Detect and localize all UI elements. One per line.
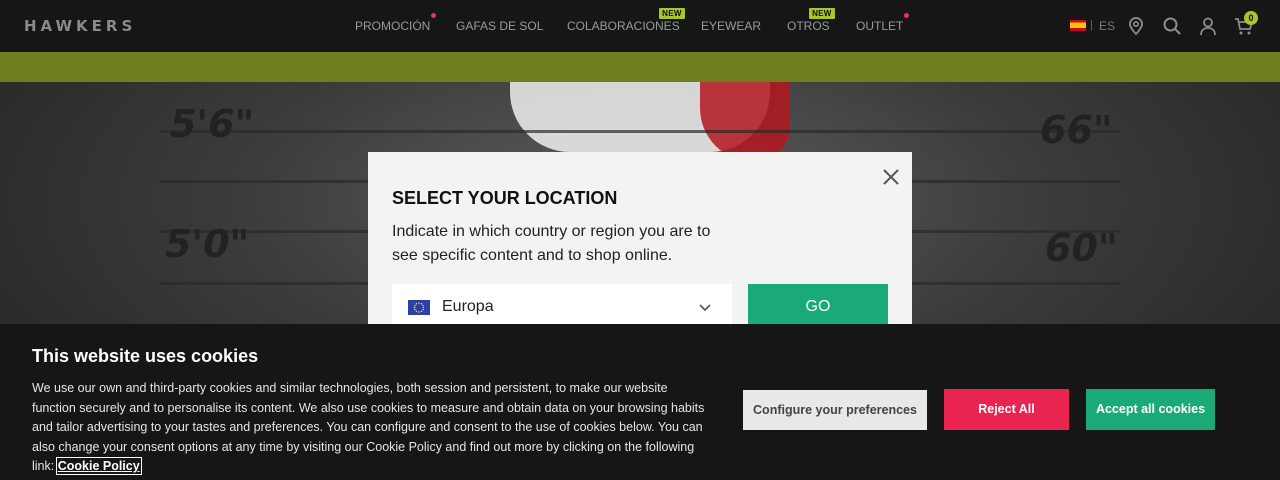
chevron-down-icon <box>699 304 711 312</box>
accept-all-cookies-button[interactable]: Accept all cookies <box>1086 389 1215 430</box>
notification-dot <box>904 13 910 18</box>
nav-item-label: OTROS <box>787 19 830 33</box>
height-mark: 5'0" <box>165 222 250 266</box>
flag-eu-icon <box>408 300 430 315</box>
nav-item-otros[interactable]: OTROS NEW <box>787 8 835 33</box>
nav-item-label: EYEWEAR <box>701 19 762 33</box>
region-select-value: Europa <box>442 298 494 315</box>
nav-item-gafas-de-sol[interactable]: GAFAS DE SOL <box>456 19 543 33</box>
modal-description: Indicate in which country or region you … <box>392 223 711 264</box>
modal-title: SELECT YOUR LOCATION <box>392 188 618 208</box>
height-mark: 5'6" <box>170 102 255 146</box>
cart-count-badge: 0 <box>1244 11 1258 25</box>
cookie-banner-title: This website uses cookies <box>32 346 259 366</box>
search-icon[interactable] <box>1162 16 1182 36</box>
reject-all-button[interactable]: Reject All <box>944 389 1069 430</box>
close-icon[interactable] <box>880 166 902 188</box>
nav-item-label: PROMOCIÓN <box>355 19 431 33</box>
notification-dot <box>431 13 437 18</box>
nav-item-label: OUTLET <box>856 19 904 33</box>
site-header: HAWKERS PROMOCIÓN GAFAS DE SOL COLABORAC… <box>0 0 1280 52</box>
promo-strip[interactable] <box>0 52 1280 82</box>
height-mark: 66" <box>1040 108 1113 152</box>
height-mark: 60" <box>1045 226 1118 270</box>
language-selector[interactable]: ES <box>1099 19 1115 33</box>
nav-item-colaboraciones[interactable]: COLABORACIONES NEW <box>567 8 685 33</box>
user-icon[interactable] <box>1198 16 1218 36</box>
location-pin-icon[interactable] <box>1126 16 1146 36</box>
location-modal: SELECT YOUR LOCATION Indicate in which c… <box>368 152 912 352</box>
flag-es-icon[interactable] <box>1070 20 1086 31</box>
language-separator: | <box>1090 19 1093 31</box>
nav-item-outlet[interactable]: OUTLET <box>856 13 910 33</box>
nav-item-eyewear[interactable]: EYEWEAR <box>701 19 761 33</box>
cookie-policy-link[interactable]: Cookie Policy <box>55 457 142 476</box>
new-badge: NEW <box>659 8 685 19</box>
nav-item-label: COLABORACIONES <box>567 19 680 33</box>
new-badge: NEW <box>809 8 835 19</box>
nav-item-promocion[interactable]: PROMOCIÓN <box>355 13 437 33</box>
nav-item-label: GAFAS DE SOL <box>456 19 544 33</box>
cookie-banner-text: We use our own and third-party cookies a… <box>32 379 712 477</box>
configure-preferences-button[interactable]: Configure your preferences <box>743 390 927 430</box>
hawkers-logo[interactable]: HAWKERS <box>24 17 136 35</box>
height-chart-line <box>160 130 1120 133</box>
cookie-banner: This website uses cookies We use our own… <box>0 324 1280 480</box>
